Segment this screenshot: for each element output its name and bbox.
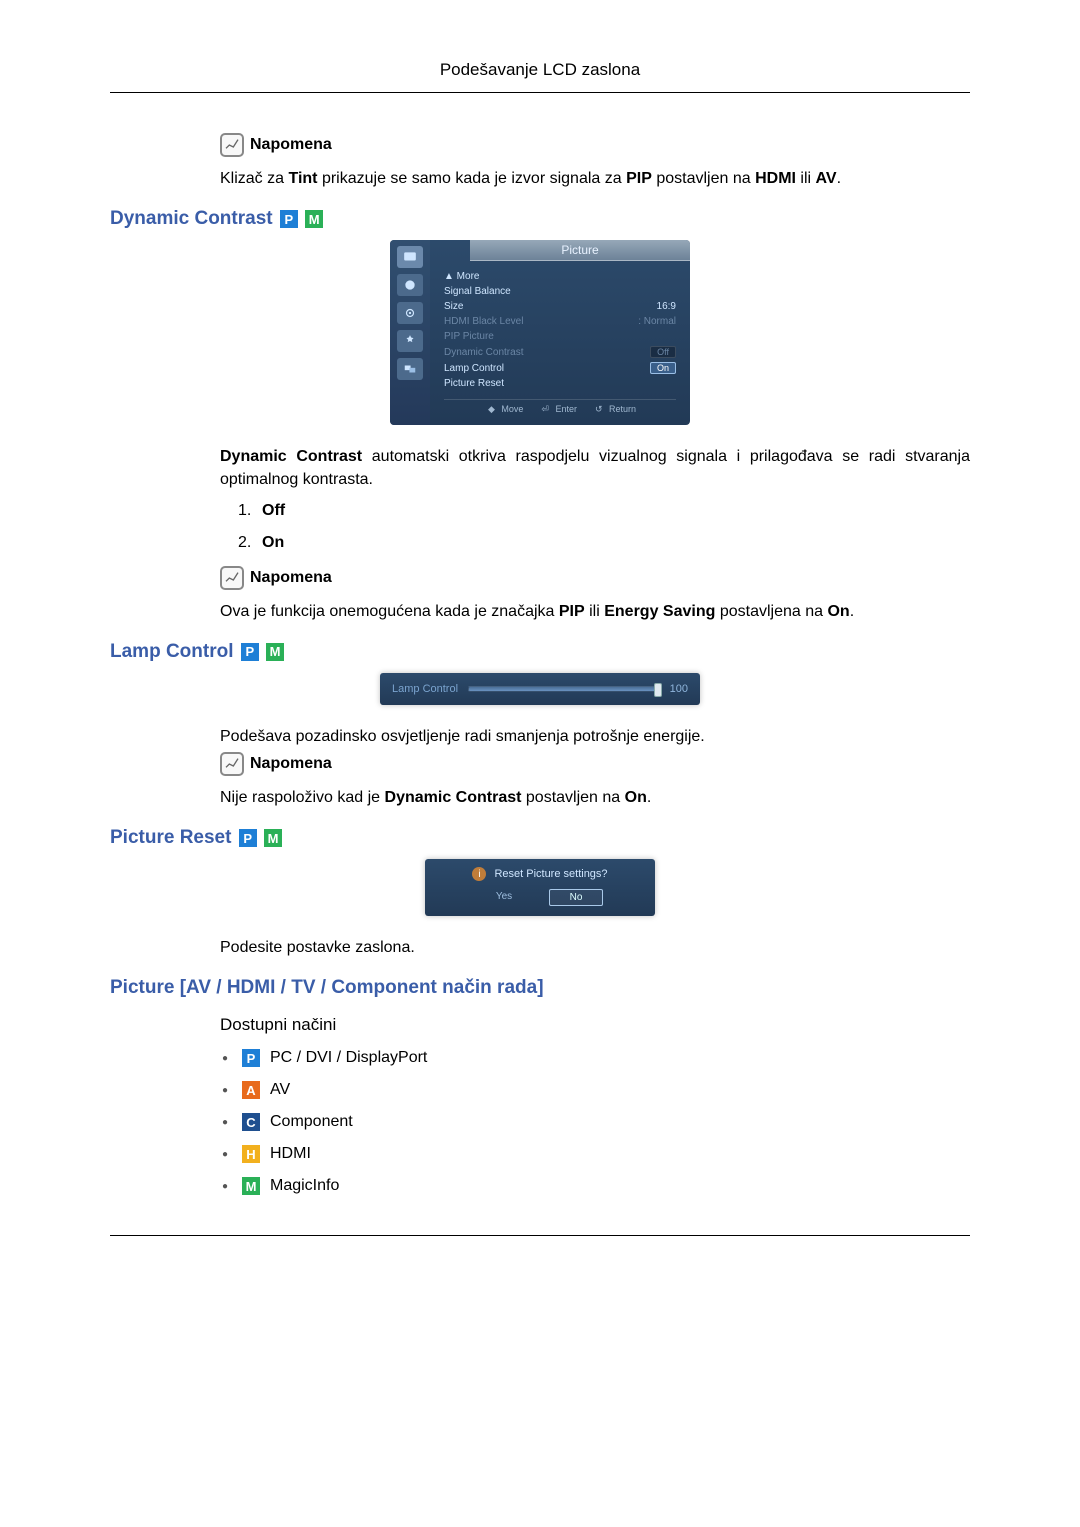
picture-reset-desc: Podesite postavke zaslona. [220,936,970,959]
mode-item-hdmi: ● H HDMI [220,1145,970,1163]
heading-lamp-control: Lamp Control P M [110,641,970,663]
note-label: Napomena [250,755,332,773]
reset-question: Reset Picture settings? [494,868,607,880]
osd-hdmi-black: HDMI Black Level: Normal [444,314,676,329]
mode-p-icon: P [239,829,257,847]
osd-picture-icon [397,246,423,268]
note-row: Napomena [220,566,970,590]
osd-settings-icon [397,330,423,352]
lamp-value: 100 [670,683,688,695]
mode-item-pc: ● P PC / DVI / DisplayPort [220,1049,970,1067]
option-on: 2.On [238,534,970,552]
osd-sidebar [390,240,430,425]
osd-multi-icon [397,358,423,380]
osd-pip-picture: PIP Picture [444,329,676,344]
reset-no: No [549,889,603,906]
divider-bottom [110,1235,970,1236]
lamp-slider [468,686,660,692]
note-label: Napomena [250,569,332,587]
osd-reset-dialog: i Reset Picture settings? Yes No [425,859,655,916]
mode-item-component: ● C Component [220,1113,970,1131]
mode-item-av: ● A AV [220,1081,970,1099]
dynamic-contrast-desc: Dynamic Contrast automatski otkriva rasp… [220,445,970,491]
dynamic-contrast-note: Ova je funkcija onemogućena kada je znač… [220,600,970,623]
divider-top [110,92,970,93]
sub-heading-available-modes: Dostupni načini [220,1015,970,1035]
note-icon [220,566,244,590]
page-title: Podešavanje LCD zaslona [110,60,970,80]
osd-size: Size16:9 [444,299,676,314]
osd-header: Picture [470,240,690,261]
osd-footer: ◆ Move ⏎ Enter ↺ Return [444,399,676,421]
mode-c-icon: C [242,1113,260,1131]
note-icon [220,752,244,776]
lamp-label: Lamp Control [392,683,458,695]
reset-yes: Yes [477,889,531,906]
lamp-control-desc: Podešava pozadinsko osvjetljenje radi sm… [220,725,970,748]
lamp-slider-knob [654,683,662,697]
note-label: Napomena [250,136,332,154]
note-row: Napomena [220,752,970,776]
osd-more: ▲ More [444,269,676,284]
osd-setup-icon [397,302,423,324]
mode-m-icon: M [264,829,282,847]
mode-p-icon: P [280,210,298,228]
option-off: 1.Off [238,502,970,520]
lamp-control-note: Nije raspoloživo kad je Dynamic Contrast… [220,786,970,809]
osd-return-hint: ↺ Return [591,404,636,415]
intro-note-text: Klizač za Tint prikazuje se samo kada je… [220,167,970,190]
mode-m-icon: M [266,643,284,661]
info-icon: i [472,867,486,881]
osd-lamp-control-screenshot: Lamp Control 100 [380,673,700,705]
osd-dynamic-contrast: Dynamic ContrastOff [444,344,676,360]
osd-picture-reset: Picture Reset [444,376,676,391]
osd-sound-icon [397,274,423,296]
osd-lamp-control: Lamp ControlOn [444,360,676,376]
osd-move-hint: ◆ Move [484,404,523,415]
mode-p-icon: P [241,643,259,661]
note-row: Napomena [220,133,970,157]
mode-p-icon: P [242,1049,260,1067]
mode-m-icon: M [242,1177,260,1195]
mode-m-icon: M [305,210,323,228]
mode-a-icon: A [242,1081,260,1099]
mode-h-icon: H [242,1145,260,1163]
heading-dynamic-contrast: Dynamic Contrast P M [110,208,970,230]
heading-picture-mode: Picture [AV / HDMI / TV / Component nači… [110,977,970,999]
mode-item-magicinfo: ● M MagicInfo [220,1177,970,1195]
osd-signal-balance: Signal Balance [444,284,676,299]
heading-picture-reset: Picture Reset P M [110,827,970,849]
osd-picture-screenshot: Picture ▲ More Signal Balance Size16:9 H… [390,240,690,425]
note-icon [220,133,244,157]
osd-enter-hint: ⏎ Enter [537,404,577,415]
